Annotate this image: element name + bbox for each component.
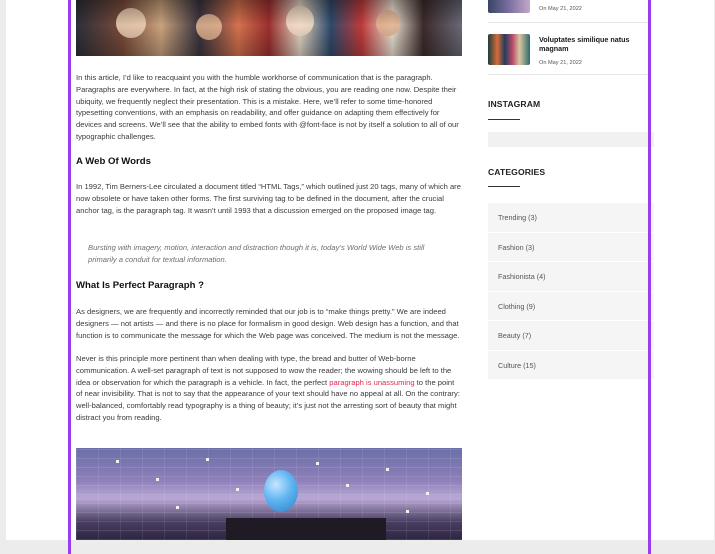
category-item[interactable]: Clothing (9) — [488, 291, 654, 321]
heading-perfect-paragraph: What Is Perfect Paragraph ? — [76, 280, 204, 291]
category-item[interactable]: Trending (3) — [488, 203, 654, 233]
instagram-heading: INSTAGRAM — [488, 99, 541, 109]
category-item[interactable]: Beauty (7) — [488, 321, 654, 351]
principle-paragraph: Never is this principle more pertinent t… — [76, 353, 462, 424]
category-list: Trending (3) Fashion (3) Fashionista (4)… — [488, 203, 654, 380]
page-background: In this article, I’d like to reacquaint … — [6, 0, 714, 540]
post-title[interactable]: Voluptates similique natus magnam — [539, 35, 649, 53]
recent-post[interactable]: Voluptates similique natus magnam On May… — [488, 33, 650, 75]
intro-paragraph: In this article, I’d like to reacquaint … — [76, 73, 459, 141]
category-item[interactable]: Fashionista (4) — [488, 262, 654, 292]
heading-web-of-words: A Web Of Words — [76, 156, 151, 167]
categories-heading: CATEGORIES — [488, 167, 546, 177]
instagram-feed — [488, 132, 654, 147]
heading-underline — [488, 119, 520, 120]
accent-border-left — [68, 0, 71, 554]
hero-image — [76, 0, 462, 56]
post-thumbnail[interactable] — [488, 0, 530, 13]
pull-quote: Bursting with imagery, motion, interacti… — [88, 243, 425, 264]
web-of-words-paragraph: In 1992, Tim Berners-Lee circulated a do… — [76, 182, 461, 215]
designers-paragraph: As designers, we are frequently and inco… — [76, 307, 460, 340]
article: In this article, I’d like to reacquaint … — [76, 0, 462, 540]
post-date: On May 21, 2022 — [539, 6, 582, 12]
heading-underline — [488, 186, 520, 187]
accent-border-right — [648, 0, 651, 554]
party-image — [76, 448, 462, 540]
category-item[interactable]: Culture (15) — [488, 350, 654, 380]
balloon-shape — [264, 470, 298, 512]
paragraph-link[interactable]: paragraph is unassuming — [329, 378, 414, 387]
category-item[interactable]: Fashion (3) — [488, 232, 654, 262]
post-date: On May 21, 2022 — [539, 60, 582, 66]
post-thumbnail[interactable] — [488, 34, 530, 65]
